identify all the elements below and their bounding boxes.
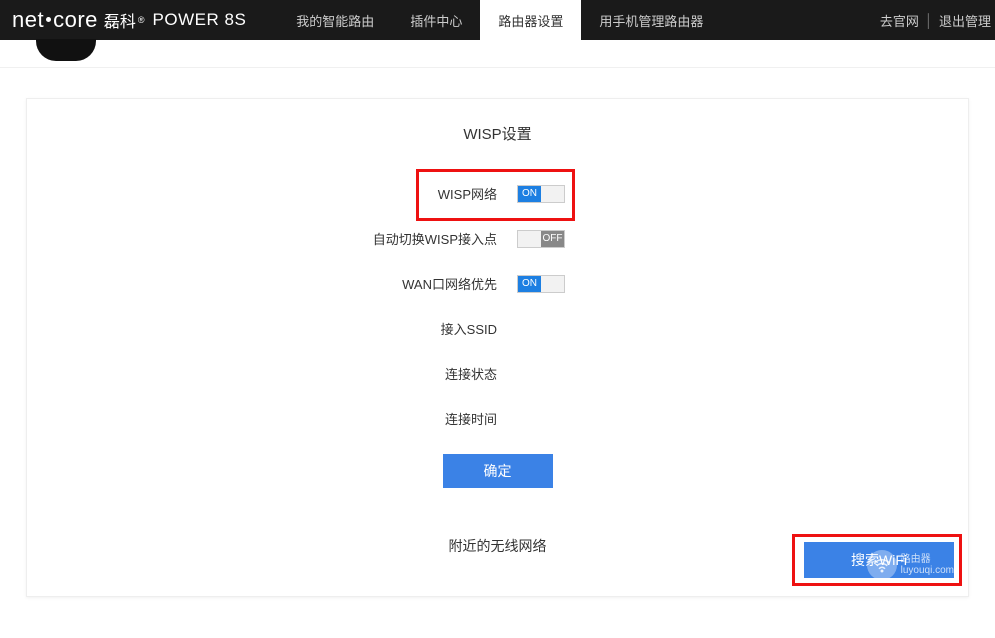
brand-dot-icon — [46, 17, 51, 22]
nav-mobile-manage[interactable]: 用手机管理路由器 — [581, 0, 721, 40]
confirm-button[interactable]: 确定 — [443, 454, 553, 488]
search-wifi-label: 搜索WiFi — [851, 552, 907, 568]
nav-label: 我的智能路由 — [296, 11, 374, 30]
main-nav: 我的智能路由 插件中心 路由器设置 用手机管理路由器 — [278, 0, 721, 40]
top-header: netcore 磊科® POWER 8S 我的智能路由 插件中心 路由器设置 用… — [0, 0, 995, 40]
header-right: 去官网 │ 退出管理 — [880, 0, 995, 40]
label-wan-priority: WAN口网络优先 — [27, 274, 517, 293]
toggle-on-text — [518, 231, 541, 247]
brand-text-left: net — [12, 7, 44, 32]
link-official-site[interactable]: 去官网 — [880, 11, 919, 30]
brand-text-right: core — [53, 7, 98, 32]
brand-logo: netcore 磊科® POWER 8S — [0, 0, 258, 40]
settings-panel: WISP设置 WISP网络 ON 自动切换WISP接入点 OFF WAN口网络优 — [26, 98, 969, 597]
label-auto-switch: 自动切换WISP接入点 — [27, 229, 517, 248]
brand-cn: 磊科 — [104, 8, 136, 32]
link-logout[interactable]: 退出管理 — [939, 11, 991, 30]
toggle-on-text: ON — [518, 186, 541, 202]
nav-label: 插件中心 — [410, 11, 462, 30]
toggle-wan-priority[interactable]: ON — [517, 275, 565, 293]
label-conn-time: 连接时间 — [27, 409, 517, 428]
label-wisp-network: WISP网络 — [27, 184, 517, 203]
row-wisp-network: WISP网络 ON — [27, 184, 968, 203]
row-auto-switch: 自动切换WISP接入点 OFF — [27, 229, 968, 248]
avatar-icon — [36, 39, 96, 61]
nav-label: 路由器设置 — [498, 11, 563, 30]
nav-router-settings[interactable]: 路由器设置 — [480, 0, 581, 40]
toggle-auto-switch[interactable]: OFF — [517, 230, 565, 248]
nav-label: 用手机管理路由器 — [599, 11, 703, 30]
label-ssid: 接入SSID — [27, 319, 517, 338]
search-wifi-button[interactable]: 搜索WiFi — [804, 542, 954, 578]
nav-plugin-center[interactable]: 插件中心 — [392, 0, 480, 40]
toggle-off-text: OFF — [541, 231, 564, 247]
toggle-on-text: ON — [518, 276, 541, 292]
subheader-strip — [0, 40, 995, 68]
row-wan-priority: WAN口网络优先 ON — [27, 274, 968, 293]
row-conn-status: 连接状态 — [27, 364, 968, 383]
toggle-off-text — [541, 186, 564, 202]
label-conn-status: 连接状态 — [27, 364, 517, 383]
row-conn-time: 连接时间 — [27, 409, 968, 428]
toggle-off-text — [541, 276, 564, 292]
nav-my-router[interactable]: 我的智能路由 — [278, 0, 392, 40]
toggle-wisp-network[interactable]: ON — [517, 185, 565, 203]
header-sep: │ — [925, 13, 933, 28]
brand-reg-icon: ® — [138, 15, 145, 25]
brand-model: POWER 8S — [153, 10, 247, 30]
row-ssid: 接入SSID — [27, 319, 968, 338]
panel-title: WISP设置 — [27, 123, 968, 144]
search-block: 搜索WiFi — [804, 542, 954, 578]
